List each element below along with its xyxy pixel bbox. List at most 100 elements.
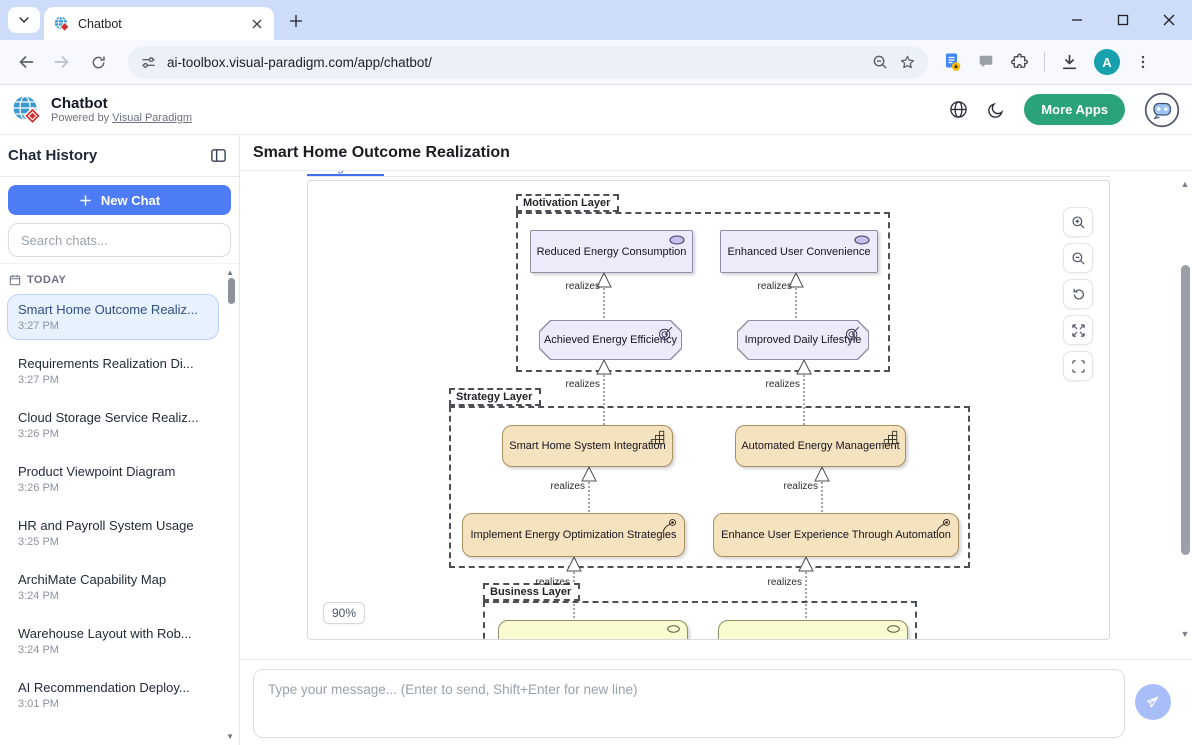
language-button[interactable] <box>949 100 968 119</box>
node-label: Implement Energy Optimization Strategies <box>470 529 676 541</box>
dark-mode-button[interactable] <box>987 101 1005 119</box>
scroll-up-icon[interactable]: ▲ <box>226 268 234 277</box>
powered-by: Powered by Visual Paradigm <box>51 112 192 124</box>
chat-history-item[interactable]: Product Viewpoint Diagram 3:26 PM <box>7 456 219 502</box>
browser-tab-strip: Chatbot <box>0 0 1192 40</box>
node-label: Enhance User Experience Through Automati… <box>721 529 951 541</box>
minimize-button[interactable] <box>1054 0 1100 40</box>
site-settings-icon[interactable] <box>140 54 157 71</box>
chat-history-item[interactable]: Warehouse Layout with Rob... 3:24 PM <box>7 618 219 664</box>
url-text[interactable]: ai-toolbox.visual-paradigm.com/app/chatb… <box>167 55 862 70</box>
diagram-node-capability: Smart Home System Integration Automated … <box>735 425 906 467</box>
chat-item-title: Requirements Realization Di... <box>18 356 208 371</box>
chat-history-item[interactable]: Smart Home Outcome Realiz... 3:27 PM <box>7 294 219 340</box>
tab-search-button[interactable] <box>8 7 40 33</box>
message-area: Diagram Motivation Layer Strategy Layer … <box>240 171 1192 659</box>
page-title: Smart Home Outcome Realization <box>253 144 510 162</box>
diagram-tab-bar: Diagram <box>307 171 1110 177</box>
business-service-icon <box>887 625 900 633</box>
reload-button[interactable] <box>83 47 113 77</box>
calendar-icon <box>9 274 21 286</box>
forward-icon <box>53 53 71 71</box>
plus-icon <box>289 14 303 28</box>
search-input[interactable] <box>8 223 231 257</box>
relationship-label: realizes <box>566 379 600 390</box>
chat-item-time: 3:27 PM <box>18 320 208 332</box>
chat-history-item[interactable]: AI Recommendation Deploy... 3:01 PM <box>7 672 219 718</box>
sidebar-scrollbar-thumb[interactable] <box>228 278 235 304</box>
chat-extension-icon[interactable] <box>977 53 995 71</box>
message-composer <box>240 659 1192 745</box>
scroll-down-icon[interactable]: ▼ <box>1180 629 1190 639</box>
node-label: Reduced Energy Consumption <box>537 246 687 258</box>
menu-kebab-icon[interactable] <box>1135 54 1151 70</box>
chat-history-item[interactable]: Requirements Realization Di... 3:27 PM <box>7 348 219 394</box>
scroll-down-icon[interactable]: ▼ <box>226 732 234 741</box>
diagram-node-business-service <box>498 620 688 640</box>
date-section-label: TODAY <box>9 274 219 286</box>
sidebar-toggle-icon[interactable] <box>210 147 227 164</box>
send-button[interactable] <box>1135 684 1171 720</box>
relationship-label: realizes <box>768 577 802 588</box>
course-of-action-icon <box>661 518 677 534</box>
zoom-level-badge: 90% <box>323 602 365 624</box>
page-zoom-icon[interactable] <box>872 54 889 71</box>
goal-icon <box>854 235 870 245</box>
diagram-canvas[interactable]: Motivation Layer Strategy Layer Business… <box>307 180 1110 640</box>
new-tab-button[interactable] <box>282 7 310 35</box>
profile-avatar[interactable]: A <box>1094 49 1120 75</box>
moon-icon <box>987 101 1005 119</box>
main-scrollbar-thumb[interactable] <box>1181 265 1190 555</box>
send-icon <box>1145 694 1161 710</box>
window-controls <box>1054 0 1192 40</box>
business-service-icon <box>667 625 680 633</box>
browser-toolbar: ai-toolbox.visual-paradigm.com/app/chatb… <box>0 40 1192 85</box>
chat-history-item[interactable]: ArchiMate Capability Map 3:24 PM <box>7 564 219 610</box>
chevron-down-icon <box>17 13 31 27</box>
plus-icon <box>79 194 92 207</box>
node-label: Automated Energy Management <box>741 440 899 452</box>
close-button[interactable] <box>1146 0 1192 40</box>
extensions-puzzle-icon[interactable] <box>1010 53 1029 72</box>
diagram-node-goal: Enhanced User Convenience <box>720 230 878 273</box>
downloads-icon[interactable] <box>1060 53 1079 72</box>
strategy-layer-label: Strategy Layer <box>449 388 541 406</box>
forward-button[interactable] <box>47 47 77 77</box>
docs-extension-icon[interactable] <box>942 52 962 72</box>
diagram-node-business-service <box>718 620 908 640</box>
relationship-label: realizes <box>784 481 818 492</box>
visual-paradigm-link[interactable]: Visual Paradigm <box>112 112 192 124</box>
browser-window: Chatbot ai-toolbox.visual-paradigm.com/a… <box>0 0 1192 745</box>
goal-icon <box>669 235 685 245</box>
chat-item-time: 3:26 PM <box>18 428 208 440</box>
capability-icon <box>650 430 665 445</box>
chat-list: TODAY Smart Home Outcome Realiz... 3:27 … <box>0 263 239 745</box>
scroll-up-icon[interactable]: ▲ <box>1180 179 1190 189</box>
bookmark-star-icon[interactable] <box>899 54 916 71</box>
tab-close-icon[interactable] <box>248 15 266 33</box>
chat-item-title: ArchiMate Capability Map <box>18 572 208 587</box>
motivation-layer-label: Motivation Layer <box>516 194 619 212</box>
diagram-node-course-of-action: Enhance User Experience Through Automati… <box>713 513 959 557</box>
more-apps-button[interactable]: More Apps <box>1024 94 1125 125</box>
brand: Chatbot Powered by Visual Paradigm <box>12 95 192 125</box>
relationship-label: realizes <box>551 481 585 492</box>
maximize-button[interactable] <box>1100 0 1146 40</box>
main-panel: Smart Home Outcome Realization Diagram M… <box>240 135 1192 745</box>
toolbar-divider <box>1044 52 1045 72</box>
browser-tab[interactable]: Chatbot <box>44 7 274 40</box>
back-button[interactable] <box>11 47 41 77</box>
message-input[interactable] <box>253 669 1125 738</box>
tab-title: Chatbot <box>78 17 240 31</box>
diagram-node-outcome: Improved Daily Lifestyle <box>737 320 869 360</box>
url-bar[interactable]: ai-toolbox.visual-paradigm.com/app/chatb… <box>128 46 928 79</box>
chat-history-item[interactable]: Cloud Storage Service Realiz... 3:26 PM <box>7 402 219 448</box>
realization-connectors <box>308 181 1110 640</box>
new-chat-button[interactable]: New Chat <box>8 185 231 215</box>
chat-history-item[interactable]: HR and Payroll System Usage 3:25 PM <box>7 510 219 556</box>
course-of-action-icon <box>935 518 951 534</box>
chatbot-avatar-icon[interactable] <box>1144 92 1180 128</box>
chat-history-sidebar: Chat History New Chat TODAY <box>0 135 240 745</box>
diagram-node-course-of-action: Implement Energy Optimization Strategies <box>462 513 685 557</box>
relationship-label: realizes <box>766 379 800 390</box>
